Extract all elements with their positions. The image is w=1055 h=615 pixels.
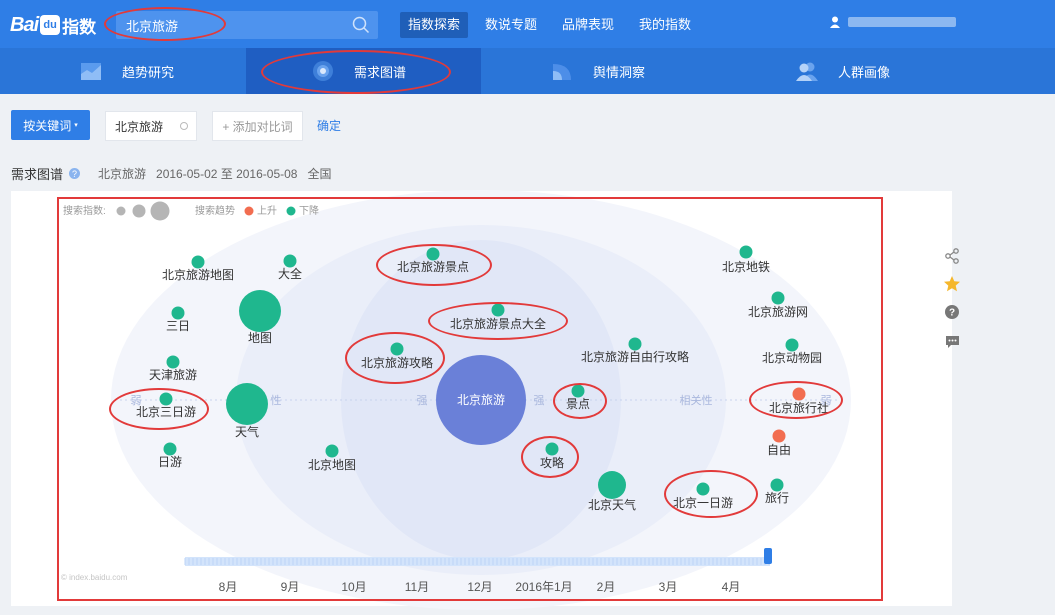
comment-icon[interactable] xyxy=(940,330,964,354)
question-icon[interactable]: ? xyxy=(940,300,964,324)
share-icon[interactable] xyxy=(940,244,964,268)
star-icon[interactable] xyxy=(940,272,964,296)
side-toolbar: ? xyxy=(938,240,966,360)
highlight-frame xyxy=(57,197,883,601)
svg-text:?: ? xyxy=(949,308,955,319)
